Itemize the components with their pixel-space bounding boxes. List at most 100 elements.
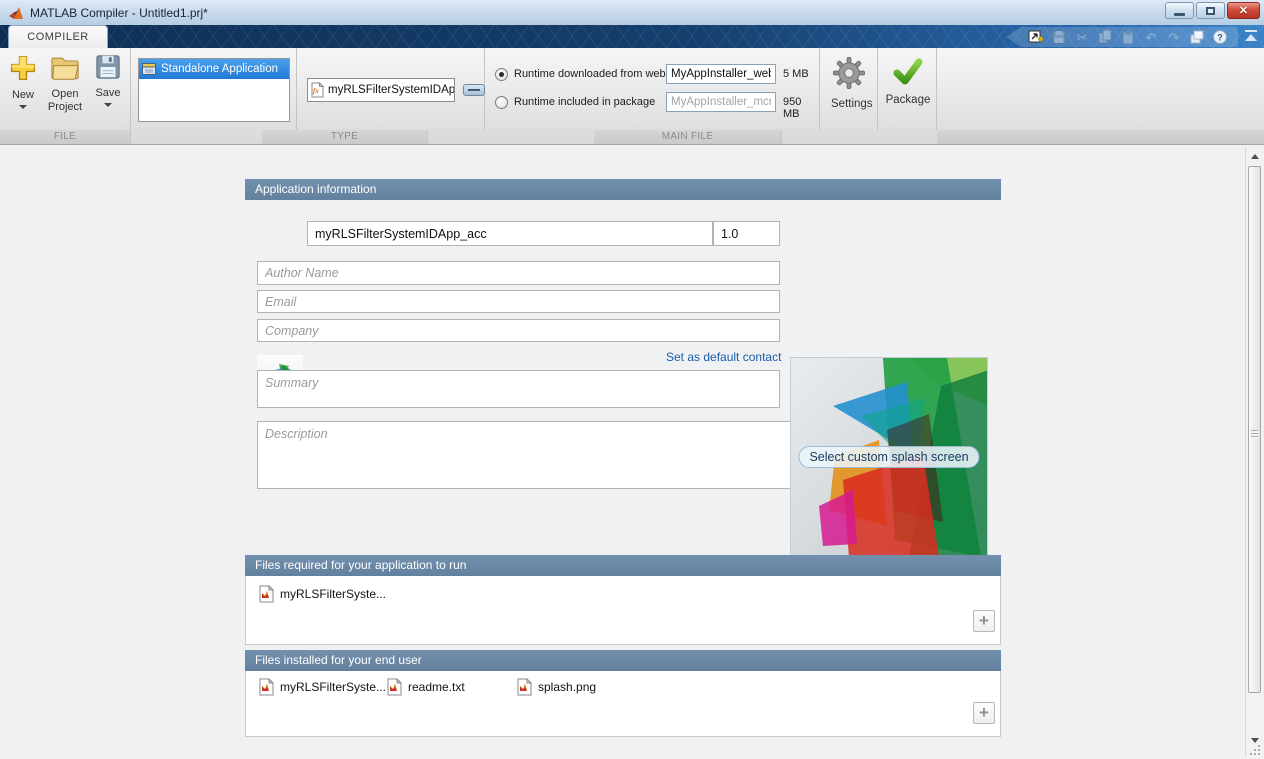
svg-text:?: ? xyxy=(1217,33,1223,43)
type-option-label: Standalone Application xyxy=(161,63,279,75)
scroll-up-button[interactable] xyxy=(1247,148,1262,164)
standalone-app-icon xyxy=(142,63,156,75)
settings-button[interactable]: Settings xyxy=(831,56,873,110)
file-item-installed-0[interactable]: myRLSFilterSyste... xyxy=(259,678,386,696)
runtime-package-radio[interactable] xyxy=(495,95,508,109)
image-file-icon xyxy=(517,678,532,696)
company-input[interactable] xyxy=(257,319,780,342)
type-listbox[interactable]: Standalone Application xyxy=(138,58,290,122)
copy-icon[interactable] xyxy=(1095,28,1115,46)
new-button-label: New xyxy=(11,89,34,101)
splash-screen-preview: Select custom splash screen xyxy=(790,357,988,556)
files-required-header: Files required for your application to r… xyxy=(245,555,1001,576)
windows-layout-icon[interactable] xyxy=(1187,28,1207,46)
file-group: New Open Project Save FILE xyxy=(0,48,131,144)
matlab-file-icon xyxy=(259,585,274,603)
open-project-button[interactable]: Open Project xyxy=(42,54,88,114)
open-project-label: Open Project xyxy=(47,88,83,113)
file-item-installed-2[interactable]: splash.png xyxy=(517,678,596,696)
text-file-icon xyxy=(387,678,402,696)
runtime-web-row: Runtime downloaded from web xyxy=(495,64,666,84)
scroll-down-icon xyxy=(1250,737,1259,743)
file-label: readme.txt xyxy=(408,680,465,694)
save-button-label: Save xyxy=(95,87,121,99)
collapse-ribbon-arrow xyxy=(1245,34,1257,41)
package-group: Package PACKAGE xyxy=(878,48,937,130)
resize-grip[interactable] xyxy=(1249,745,1261,757)
scrollbar-grip xyxy=(1251,429,1258,439)
installer-mcr-name-input[interactable] xyxy=(666,92,776,112)
new-plus-icon xyxy=(10,55,36,81)
redo-icon[interactable]: ↷ xyxy=(1164,28,1184,46)
select-splash-screen-button[interactable]: Select custom splash screen xyxy=(798,445,980,468)
package-check-icon xyxy=(893,58,923,85)
save-dropdown-arrow xyxy=(104,103,112,107)
type-group: Standalone Application TYPE xyxy=(131,48,428,144)
settings-button-label: Settings xyxy=(831,98,873,110)
cut-icon[interactable]: ✂ xyxy=(1072,28,1092,46)
type-option-standalone[interactable]: Standalone Application xyxy=(139,59,289,79)
file-label: myRLSFilterSyste... xyxy=(280,587,387,601)
main-file-group-label: MAIN FILE xyxy=(594,130,782,144)
open-folder-icon xyxy=(51,57,79,80)
file-label: splash.png xyxy=(538,680,597,694)
add-installed-file-button[interactable]: + xyxy=(973,702,995,724)
maximize-button[interactable] xyxy=(1196,2,1225,19)
set-default-contact-link[interactable]: Set as default contact xyxy=(666,350,781,364)
gear-icon xyxy=(832,56,866,90)
file-group-label: FILE xyxy=(0,130,131,144)
package-button-label: Package xyxy=(885,94,931,106)
window-title: MATLAB Compiler - Untitled1.prj* xyxy=(30,5,208,20)
ribbon-footer-spacer xyxy=(937,130,1264,144)
project-content-area: Application information Set as default c… xyxy=(0,146,1245,759)
close-button[interactable]: ✕ xyxy=(1227,2,1260,19)
collapse-ribbon-button[interactable] xyxy=(1244,30,1258,42)
export-project-icon[interactable] xyxy=(1026,28,1046,46)
tab-compiler[interactable]: COMPILER xyxy=(8,25,108,48)
save-floppy-icon xyxy=(96,55,120,79)
new-button[interactable]: New xyxy=(4,54,42,109)
runtime-web-radio[interactable] xyxy=(495,67,508,81)
paste-icon[interactable] xyxy=(1118,28,1138,46)
file-item-required-0[interactable]: myRLSFilterSyste... xyxy=(259,585,386,603)
mcr-size-label: 950 MB xyxy=(783,96,802,120)
main-file-name: myRLSFilterSystemIDApp xyxy=(328,84,455,96)
save-button[interactable]: Save xyxy=(92,54,124,107)
settings-group: Settings SETTINGS xyxy=(820,48,878,130)
author-name-input[interactable] xyxy=(257,261,780,285)
main-file-field[interactable]: fx myRLSFilterSystemIDApp xyxy=(307,78,455,102)
compiler-ribbon: New Open Project Save FILE Standalone Ap… xyxy=(0,48,1264,145)
runtime-web-label: Runtime downloaded from web xyxy=(514,68,666,80)
add-required-file-button[interactable]: + xyxy=(973,610,995,632)
app-name-input[interactable] xyxy=(307,221,713,246)
title-bar[interactable]: MATLAB Compiler - Untitled1.prj* ✕ xyxy=(0,0,1264,25)
save-icon[interactable] xyxy=(1049,28,1069,46)
svg-text:fx: fx xyxy=(313,87,319,95)
installer-web-name-input[interactable] xyxy=(666,64,776,84)
vertical-scrollbar[interactable] xyxy=(1245,147,1262,757)
minimize-button[interactable] xyxy=(1165,2,1194,19)
undo-icon[interactable]: ↶ xyxy=(1141,28,1161,46)
main-file-group: fx myRLSFilterSystemIDApp MAIN FILE xyxy=(297,48,782,144)
close-icon: ✕ xyxy=(1238,5,1249,17)
application-information-header: Application information xyxy=(245,179,1001,200)
app-version-input[interactable] xyxy=(713,221,780,246)
email-input[interactable] xyxy=(257,290,780,313)
file-label: myRLSFilterSyste... xyxy=(280,680,387,694)
minimize-icon xyxy=(1174,12,1185,16)
remove-main-file-button[interactable] xyxy=(463,84,485,96)
file-item-installed-1[interactable]: readme.txt xyxy=(387,678,465,696)
package-button[interactable]: Package xyxy=(885,58,931,106)
files-installed-header: Files installed for your end user xyxy=(245,650,1001,671)
help-icon[interactable]: ? xyxy=(1210,28,1230,46)
runtime-package-label: Runtime included in package xyxy=(514,96,656,108)
scrollbar-thumb[interactable] xyxy=(1248,166,1261,693)
maximize-icon xyxy=(1206,6,1215,15)
summary-textarea[interactable] xyxy=(257,370,780,408)
packaging-options-group: Runtime downloaded from web 5 MB Runtime… xyxy=(485,48,1264,144)
function-file-icon: fx xyxy=(311,82,324,98)
files-required-body: myRLSFilterSyste... + xyxy=(245,576,1001,645)
runtime-package-row: Runtime included in package xyxy=(495,92,655,112)
web-size-label: 5 MB xyxy=(783,68,809,80)
new-dropdown-arrow xyxy=(19,105,27,109)
